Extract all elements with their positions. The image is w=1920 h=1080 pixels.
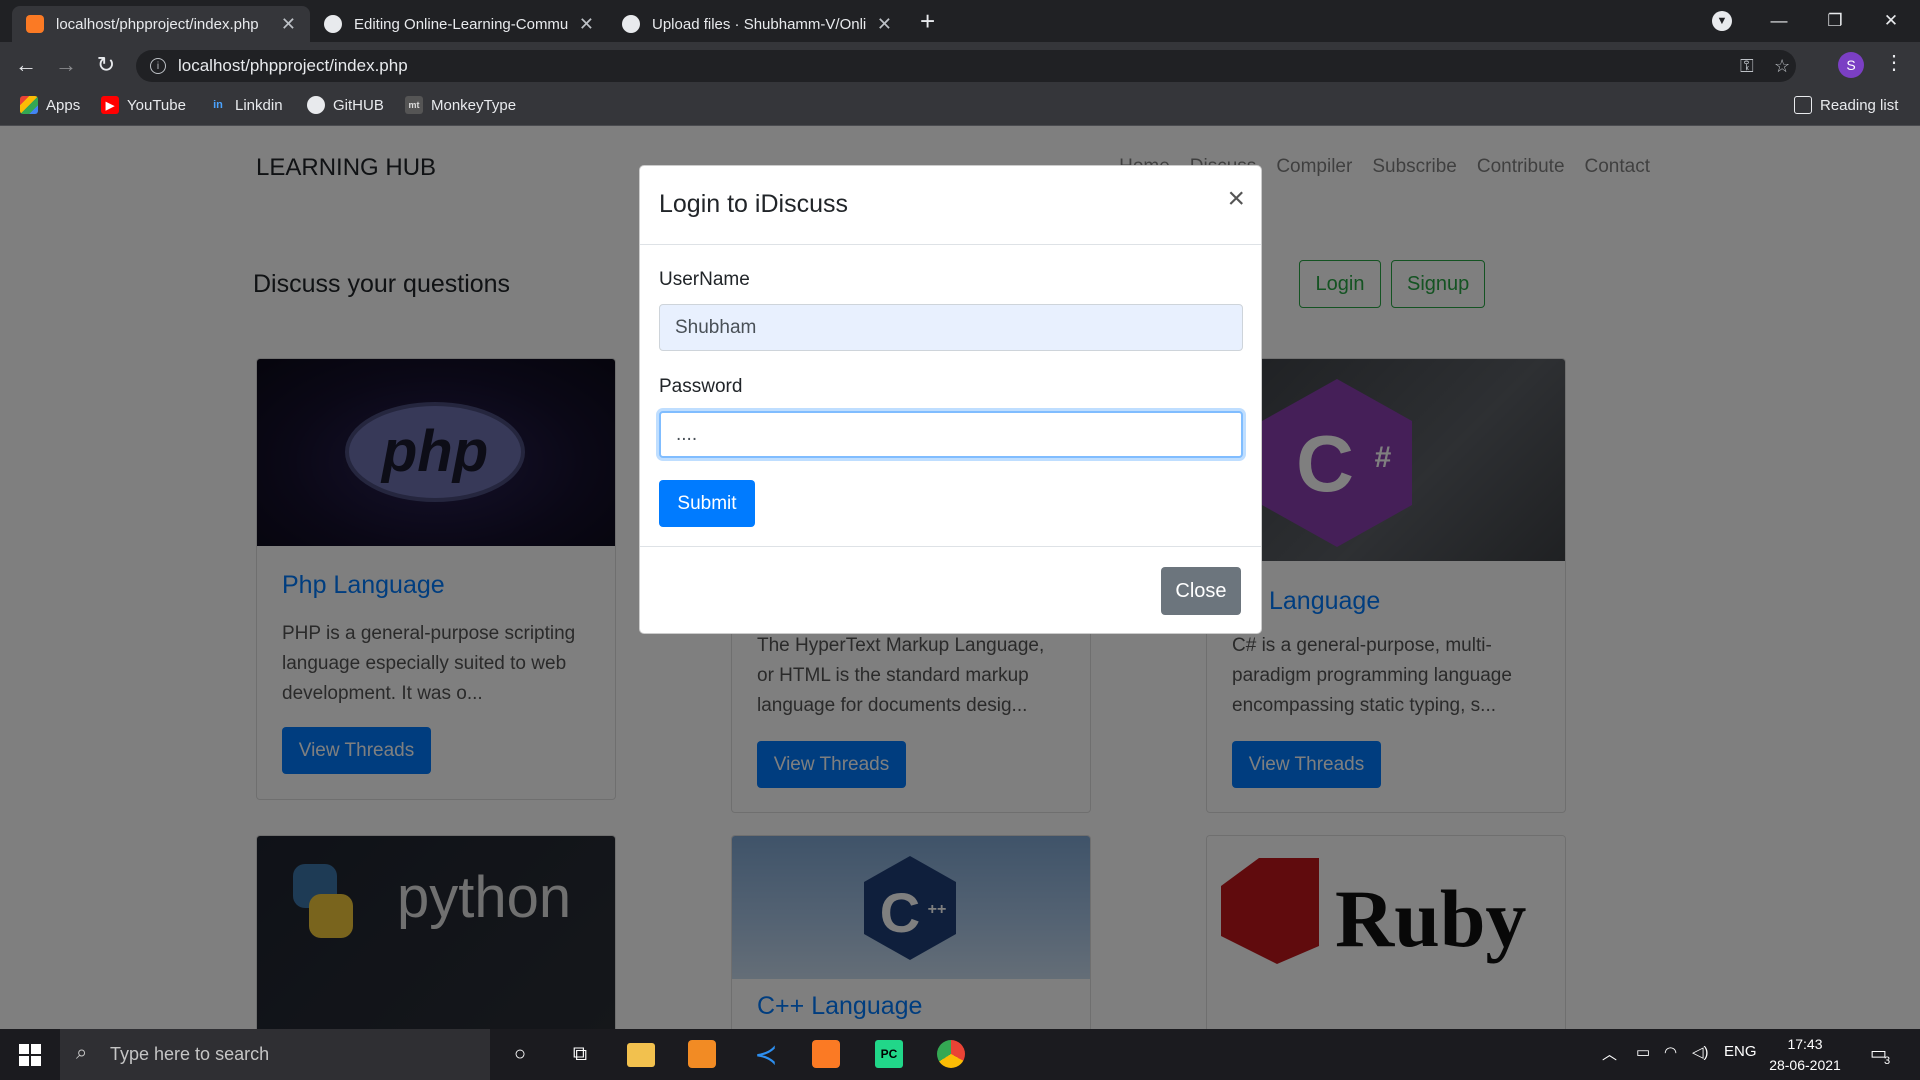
reading-list-icon [1794,96,1812,114]
close-tab-icon[interactable]: ✕ [579,14,594,35]
linkedin-icon: in [213,99,223,111]
bookmark-label: Linkdin [235,96,283,114]
more-menu-icon[interactable]: ⋮ [1884,50,1904,75]
browser-toolbar: ← → ↻ i ⚿ ☆ S ⋮ [0,42,1920,88]
restore-button[interactable]: ❐ [1806,0,1864,42]
password-label: Password [659,376,743,397]
bookmarks-bar: Apps ▶ YouTube in Linkdin GitHUB mt Monk… [0,88,1920,126]
cortana-icon[interactable]: ○ [503,1037,537,1071]
bookmark-youtube[interactable]: ▶ YouTube [101,96,186,114]
file-explorer-icon[interactable] [627,1043,655,1067]
chrome-icon[interactable] [937,1040,965,1068]
browser-tab-strip: localhost/phpproject/index.php ✕ Editing… [0,0,1920,42]
clock-date: 28-06-2021 [1769,1057,1841,1073]
search-icon: ⌕ [76,1042,88,1064]
modal-footer-divider [640,546,1261,547]
bookmark-label: MonkeyType [431,96,517,114]
tab-title: localhost/phpproject/index.php [56,15,259,33]
close-window-button[interactable]: ✕ [1862,0,1920,42]
bookmark-apps[interactable]: Apps [20,96,80,114]
close-tab-icon[interactable]: ✕ [877,14,892,35]
sublime-text-icon[interactable] [688,1040,716,1068]
close-button[interactable]: Close [1161,567,1241,615]
login-modal: Login to iDiscuss × UserName Password Su… [639,165,1262,634]
bookmark-label: YouTube [127,96,186,114]
battery-icon[interactable]: ▭ [1636,1043,1650,1061]
windows-start-button[interactable] [0,1029,60,1080]
username-label: UserName [659,269,750,290]
github-icon [622,15,640,33]
address-bar[interactable]: i ⚿ ☆ [136,50,1796,82]
tab-upload[interactable]: Upload files · Shubhamm-V/Onlin ✕ [608,6,906,42]
bookmark-linkedin[interactable]: in Linkdin [209,96,283,114]
password-input[interactable] [659,411,1243,458]
reading-list-label: Reading list [1820,96,1899,114]
youtube-icon: ▶ [101,96,119,114]
close-icon[interactable]: × [1227,184,1245,214]
forward-icon[interactable]: → [52,51,80,79]
url-input[interactable] [178,56,1578,76]
tab-title: Editing Online-Learning-Commu [354,15,569,33]
profile-avatar[interactable]: S [1838,52,1864,78]
pycharm-icon[interactable]: PC [875,1040,903,1068]
system-clock[interactable]: 17:43 28-06-2021 [1760,1034,1850,1076]
xampp-icon [26,15,44,33]
tab-search-icon[interactable]: ▼ [1712,11,1732,31]
minimize-button[interactable]: — [1750,0,1808,42]
language-indicator[interactable]: ENG [1724,1043,1757,1060]
clock-time: 17:43 [1787,1036,1823,1052]
modal-header: Login to iDiscuss × [640,166,1261,245]
bookmark-label: GitHUB [333,96,384,114]
windows-logo-icon [19,1043,41,1066]
reload-icon[interactable]: ↻ [92,51,120,79]
key-icon[interactable]: ⚿ [1740,56,1754,77]
bookmark-monkeytype[interactable]: mt MonkeyType [405,96,516,114]
tab-editing[interactable]: Editing Online-Learning-Commu ✕ [310,6,608,42]
close-tab-icon[interactable]: ✕ [281,14,296,35]
task-view-icon[interactable]: ⧉ [563,1037,597,1071]
notification-count: 3 [1884,1055,1891,1067]
new-tab-button[interactable]: + [920,6,935,36]
volume-icon[interactable]: ◁) [1692,1043,1709,1061]
github-icon [324,15,342,33]
taskbar-search[interactable]: ⌕ Type here to search [60,1029,490,1080]
github-icon [307,96,325,114]
vscode-icon[interactable]: ≺ [749,1037,783,1071]
windows-taskbar: ⌕ Type here to search ○ ⧉ ≺ PC ︿ ▭ ◠ ◁) … [0,1029,1920,1080]
submit-button[interactable]: Submit [659,480,755,527]
username-input[interactable] [659,304,1243,351]
reading-list[interactable]: Reading list [1794,96,1898,114]
star-icon[interactable]: ☆ [1774,56,1790,77]
xampp-icon[interactable] [812,1040,840,1068]
bookmark-github[interactable]: GitHUB [307,96,384,114]
back-icon[interactable]: ← [12,51,40,79]
bookmark-label: Apps [46,96,81,114]
show-hidden-icons[interactable]: ︿ [1602,1043,1617,1064]
info-icon[interactable]: i [150,58,166,74]
search-placeholder: Type here to search [110,1044,270,1064]
apps-grid-icon [20,96,38,114]
tab-title: Upload files · Shubhamm-V/Onlin [652,15,867,33]
modal-title: Login to iDiscuss [659,190,848,218]
wifi-icon[interactable]: ◠ [1664,1043,1677,1061]
tab-localhost[interactable]: localhost/phpproject/index.php ✕ [12,6,310,42]
monkeytype-icon: mt [405,96,423,114]
